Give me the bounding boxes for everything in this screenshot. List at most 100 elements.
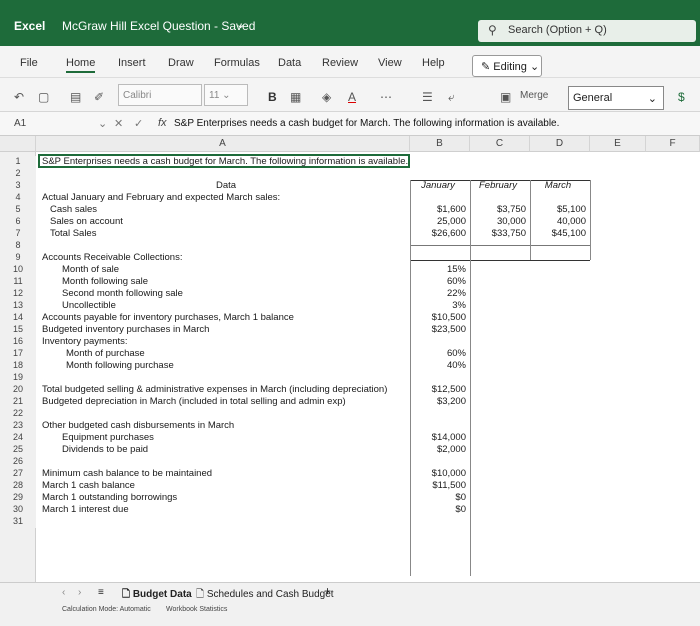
cell-d6[interactable]: 40,000 bbox=[530, 216, 586, 227]
more-icon[interactable]: ⋯ bbox=[380, 90, 392, 104]
cell-b20[interactable]: $12,500 bbox=[410, 384, 466, 395]
column-header-b[interactable]: B bbox=[410, 136, 470, 152]
undo-icon[interactable]: ↶ bbox=[14, 90, 24, 104]
align-icon[interactable]: ☰ bbox=[422, 90, 433, 104]
cell-b29[interactable]: $0 bbox=[410, 492, 466, 503]
row-header[interactable]: 25 bbox=[0, 444, 36, 456]
font-name-select[interactable]: Calibri bbox=[118, 84, 202, 106]
merge-icon[interactable]: ▣ bbox=[500, 90, 511, 104]
workbook-stats[interactable]: Workbook Statistics bbox=[166, 606, 227, 613]
fill-color-icon[interactable]: ◈ bbox=[322, 90, 331, 104]
cell-a1[interactable]: S&P Enterprises needs a cash budget for … bbox=[42, 156, 408, 167]
next-sheet-icon[interactable]: › bbox=[78, 587, 81, 598]
chevron-down-icon[interactable]: ⌄ bbox=[236, 18, 245, 31]
row-header[interactable]: 20 bbox=[0, 384, 36, 396]
row-header[interactable]: 22 bbox=[0, 408, 36, 420]
prev-sheet-icon[interactable]: ‹ bbox=[62, 587, 65, 598]
chevron-down-icon[interactable]: ⌄ bbox=[98, 117, 107, 130]
row-header[interactable]: 10 bbox=[0, 264, 36, 276]
cell-a15[interactable]: Budgeted inventory purchases in March bbox=[42, 324, 209, 335]
row-header[interactable]: 4 bbox=[0, 192, 36, 204]
cell-c3[interactable]: February bbox=[470, 180, 526, 191]
row-header[interactable]: 13 bbox=[0, 300, 36, 312]
cell-a14[interactable]: Accounts payable for inventory purchases… bbox=[42, 312, 294, 323]
cell-a3[interactable]: Data bbox=[216, 180, 236, 191]
document-title[interactable]: McGraw Hill Excel Question - Saved bbox=[62, 19, 255, 33]
cell-b25[interactable]: $2,000 bbox=[410, 444, 466, 455]
cell-b13[interactable]: 3% bbox=[410, 300, 466, 311]
cell-a6[interactable]: Sales on account bbox=[50, 216, 123, 227]
row-header[interactable]: 14 bbox=[0, 312, 36, 324]
cell-a30[interactable]: March 1 interest due bbox=[42, 504, 129, 515]
font-color-icon[interactable]: A bbox=[348, 90, 356, 104]
tab-data[interactable]: Data bbox=[278, 57, 301, 69]
cell-c6[interactable]: 30,000 bbox=[470, 216, 526, 227]
row-header[interactable]: 8 bbox=[0, 240, 36, 252]
select-all-corner[interactable] bbox=[0, 136, 36, 152]
cell-a24[interactable]: Equipment purchases bbox=[62, 432, 154, 443]
row-header[interactable]: 9 bbox=[0, 252, 36, 264]
check-icon[interactable]: ✓ bbox=[134, 117, 143, 130]
merge-button[interactable]: Merge bbox=[520, 90, 548, 101]
row-header[interactable]: 26 bbox=[0, 456, 36, 468]
tab-file[interactable]: File bbox=[20, 57, 38, 69]
editing-mode-button[interactable]: ✎ Editing ⌄ bbox=[472, 55, 542, 77]
cell-b18[interactable]: 40% bbox=[410, 360, 466, 371]
spreadsheet-grid[interactable]: A B C D E F 1 S&P Enterprises needs a cas… bbox=[0, 136, 700, 582]
borders-icon[interactable]: ▦ bbox=[290, 90, 301, 104]
tab-help[interactable]: Help bbox=[422, 57, 445, 69]
cell-b12[interactable]: 22% bbox=[410, 288, 466, 299]
row-header[interactable]: 7 bbox=[0, 228, 36, 240]
row-header[interactable]: 3 bbox=[0, 180, 36, 192]
row-header[interactable]: 17 bbox=[0, 348, 36, 360]
tab-insert[interactable]: Insert bbox=[118, 57, 146, 69]
row-header[interactable]: 11 bbox=[0, 276, 36, 288]
row-header[interactable]: 18 bbox=[0, 360, 36, 372]
bold-button[interactable]: B bbox=[268, 90, 277, 104]
cell-b14[interactable]: $10,500 bbox=[410, 312, 466, 323]
row-header[interactable]: 6 bbox=[0, 216, 36, 228]
cell-d5[interactable]: $5,100 bbox=[530, 204, 586, 215]
cell-a11[interactable]: Month following sale bbox=[62, 276, 148, 287]
format-painter-icon[interactable]: ✐ bbox=[94, 90, 104, 104]
cell-a16[interactable]: Inventory payments: bbox=[42, 336, 128, 347]
row-header[interactable]: 21 bbox=[0, 396, 36, 408]
cell-b6[interactable]: 25,000 bbox=[410, 216, 466, 227]
cell-a13[interactable]: Uncollectible bbox=[62, 300, 116, 311]
tab-draw[interactable]: Draw bbox=[168, 57, 194, 69]
cell-b24[interactable]: $14,000 bbox=[410, 432, 466, 443]
cell-b21[interactable]: $3,200 bbox=[410, 396, 466, 407]
cell-a9[interactable]: Accounts Receivable Collections: bbox=[42, 252, 182, 263]
cell-c5[interactable]: $3,750 bbox=[470, 204, 526, 215]
cell-b3[interactable]: January bbox=[410, 180, 466, 191]
column-header-d[interactable]: D bbox=[530, 136, 590, 152]
cell-a25[interactable]: Dividends to be paid bbox=[62, 444, 148, 455]
cell-b28[interactable]: $11,500 bbox=[410, 480, 466, 491]
cell-a23[interactable]: Other budgeted cash disbursements in Mar… bbox=[42, 420, 234, 431]
row-header[interactable]: 19 bbox=[0, 372, 36, 384]
row-header[interactable]: 2 bbox=[0, 168, 36, 180]
currency-button[interactable]: $ bbox=[678, 90, 685, 104]
cell-a28[interactable]: March 1 cash balance bbox=[42, 480, 135, 491]
row-header[interactable]: 16 bbox=[0, 336, 36, 348]
cell-d7[interactable]: $45,100 bbox=[530, 228, 586, 239]
add-sheet-button[interactable]: + bbox=[324, 584, 331, 598]
cell-b11[interactable]: 60% bbox=[410, 276, 466, 287]
row-header[interactable]: 1 bbox=[0, 156, 36, 168]
cell-a10[interactable]: Month of sale bbox=[62, 264, 119, 275]
cell-b15[interactable]: $23,500 bbox=[410, 324, 466, 335]
cancel-icon[interactable]: ✕ bbox=[114, 117, 123, 130]
cell-a5[interactable]: Cash sales bbox=[50, 204, 97, 215]
cell-d3[interactable]: March bbox=[530, 180, 586, 191]
column-header-c[interactable]: C bbox=[470, 136, 530, 152]
tab-formulas[interactable]: Formulas bbox=[214, 57, 260, 69]
sheet-list-icon[interactable]: ≡ bbox=[98, 587, 104, 598]
row-header[interactable]: 24 bbox=[0, 432, 36, 444]
cell-a29[interactable]: March 1 outstanding borrowings bbox=[42, 492, 177, 503]
cell-b7[interactable]: $26,600 bbox=[410, 228, 466, 239]
formula-input[interactable]: S&P Enterprises needs a cash budget for … bbox=[174, 118, 559, 129]
cell-b10[interactable]: 15% bbox=[410, 264, 466, 275]
row-header[interactable]: 31 bbox=[0, 516, 36, 528]
column-header-f[interactable]: F bbox=[646, 136, 700, 152]
cell-b17[interactable]: 60% bbox=[410, 348, 466, 359]
